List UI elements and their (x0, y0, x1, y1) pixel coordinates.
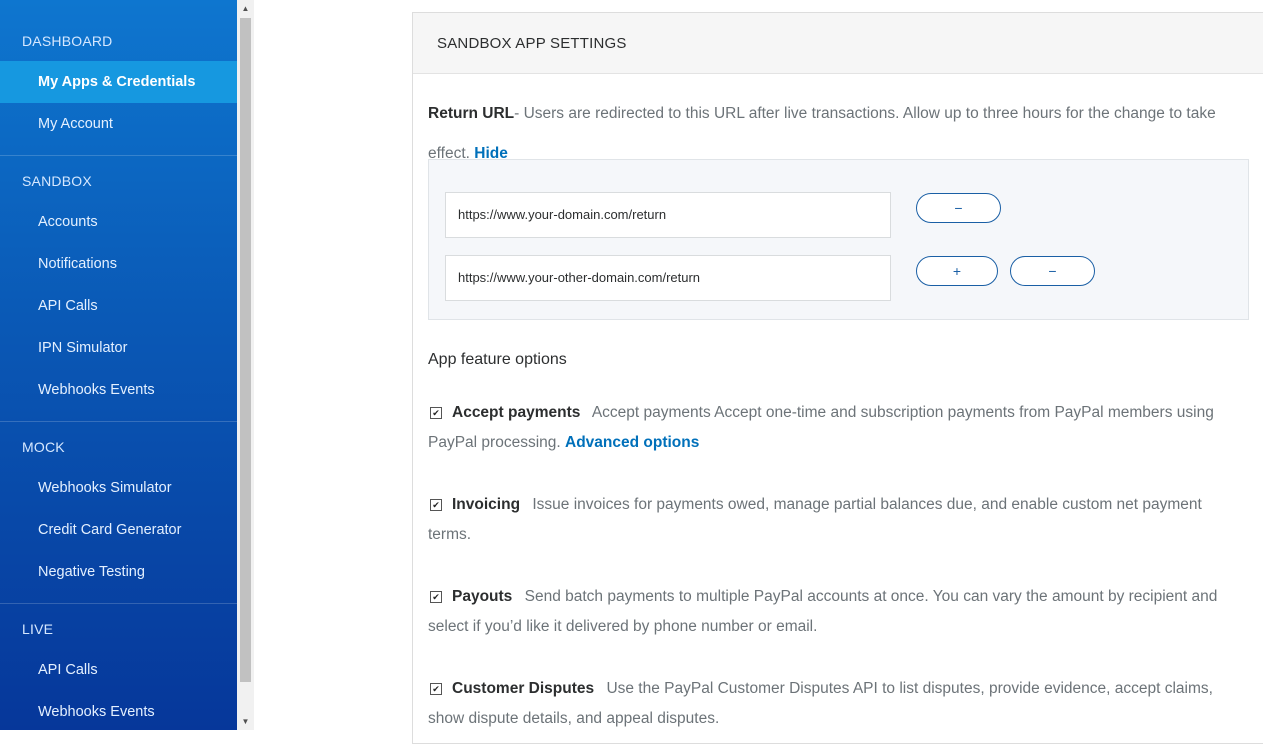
sidebar-item-live-api-calls[interactable]: API Calls (0, 649, 237, 691)
sidebar-item-credit-card-generator[interactable]: Credit Card Generator (0, 509, 237, 551)
return-url-desc-text: - Users are redirected to this URL after… (428, 105, 1216, 162)
sidebar-item-live-webhooks-events[interactable]: Webhooks Events (0, 691, 237, 730)
sidebar-section-dashboard: DASHBOARD (22, 33, 113, 49)
sidebar-item-negative-testing[interactable]: Negative Testing (0, 551, 237, 593)
sidebar-item-api-calls[interactable]: API Calls (0, 285, 237, 327)
sidebar-item-webhooks-simulator[interactable]: Webhooks Simulator (0, 467, 237, 509)
remove-url-button-1[interactable]: − (916, 193, 1001, 223)
feature-desc: Send batch payments to multiple PayPal a… (428, 588, 1218, 635)
sidebar-section-live: LIVE (22, 621, 54, 637)
accept-payments-checkbox[interactable]: ✔ (430, 407, 442, 419)
feature-name: Payouts (452, 588, 513, 605)
payouts-checkbox[interactable]: ✔ (430, 591, 442, 603)
customer-disputes-checkbox[interactable]: ✔ (430, 683, 442, 695)
sidebar-item-ipn-simulator[interactable]: IPN Simulator (0, 327, 237, 369)
sidebar-item-webhooks-events[interactable]: Webhooks Events (0, 369, 237, 411)
return-url-input-2[interactable]: https://www.your-other-domain.com/return (445, 255, 891, 301)
return-url-box: https://www.your-domain.com/return − htt… (428, 159, 1249, 320)
sidebar-item-notifications[interactable]: Notifications (0, 243, 237, 285)
feature-invoicing: ✔ Invoicing Issue invoices for payments o… (428, 490, 1248, 550)
scroll-up-arrow-icon[interactable]: ▲ (237, 0, 254, 17)
feature-customer-disputes: ✔ Customer Disputes Use the PayPal Custom… (428, 674, 1248, 734)
sidebar-item-my-apps[interactable]: My Apps & Credentials (0, 61, 237, 103)
sidebar-item-accounts[interactable]: Accounts (0, 201, 237, 243)
panel-title: SANDBOX APP SETTINGS (413, 13, 1263, 74)
sidebar: DASHBOARD My Apps & Credentials My Accou… (0, 0, 237, 730)
add-url-button[interactable]: + (916, 256, 998, 286)
feature-name: Customer Disputes (452, 680, 595, 697)
feature-payouts: ✔ Payouts Send batch payments to multiple… (428, 582, 1248, 642)
sidebar-divider (0, 421, 237, 422)
feature-desc: Issue invoices for payments owed, manage… (428, 496, 1202, 543)
scroll-thumb[interactable] (240, 18, 251, 682)
sidebar-section-sandbox: SANDBOX (22, 173, 92, 189)
feature-accept-payments: ✔ Accept payments Accept payments Accept … (428, 398, 1248, 458)
sandbox-app-settings-panel: SANDBOX APP SETTINGS Return URL- Users a… (412, 12, 1263, 744)
feature-name: Accept payments (452, 404, 581, 421)
sidebar-divider (0, 603, 237, 604)
remove-url-button-2[interactable]: − (1010, 256, 1095, 286)
feature-name: Invoicing (452, 496, 521, 513)
advanced-options-link[interactable]: Advanced options (565, 434, 699, 451)
app-feature-options-title: App feature options (428, 351, 567, 368)
sidebar-section-mock: MOCK (22, 439, 65, 455)
return-url-label: Return URL (428, 105, 515, 122)
sidebar-item-my-account[interactable]: My Account (0, 103, 237, 145)
return-url-input-1[interactable]: https://www.your-domain.com/return (445, 192, 891, 238)
sidebar-divider (0, 155, 237, 156)
invoicing-checkbox[interactable]: ✔ (430, 499, 442, 511)
scroll-down-arrow-icon[interactable]: ▼ (237, 713, 254, 730)
sidebar-scrollbar[interactable]: ▲ ▼ (237, 0, 254, 730)
